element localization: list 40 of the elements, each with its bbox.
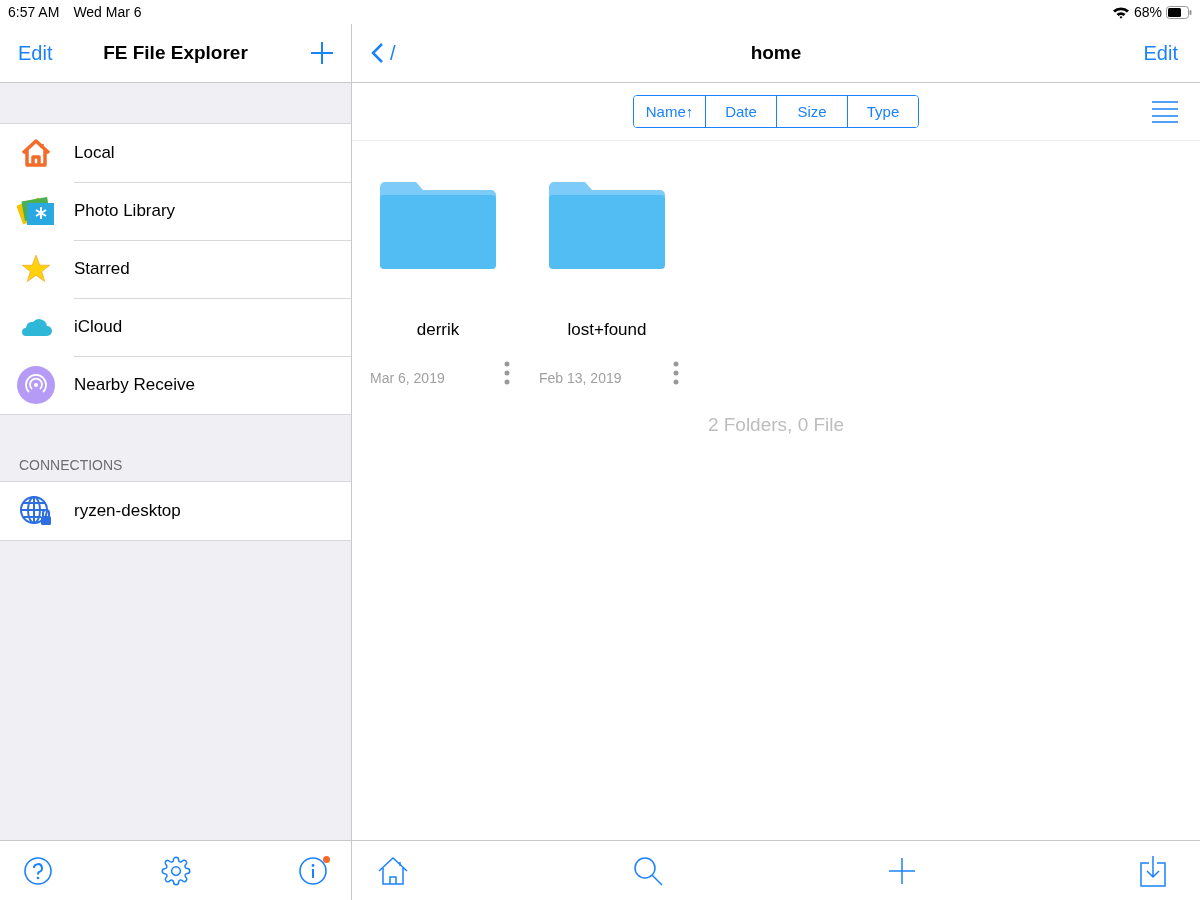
folder-icon (380, 181, 496, 269)
menu-button[interactable] (1152, 101, 1178, 123)
search-button[interactable] (633, 855, 664, 886)
nearby-receive-icon (17, 366, 55, 404)
globe-lock-icon (19, 495, 53, 527)
app-title: FE File Explorer (103, 42, 248, 64)
status-date: Wed Mar 6 (73, 4, 142, 20)
item-count: 2 Folders, 0 File (707, 414, 845, 436)
edit-button[interactable]: Edit (1143, 41, 1178, 65)
sidebar-item[interactable]: Starred (0, 240, 351, 298)
home-button[interactable] (378, 856, 408, 885)
photos-icon (17, 195, 55, 227)
battery-icon (1166, 5, 1192, 19)
battery-percent: 68% (1133, 4, 1162, 20)
folder-icon (549, 181, 665, 269)
folder-title: home (750, 42, 802, 64)
download-button[interactable] (1140, 854, 1166, 887)
folder-item[interactable]: lost+found Feb 13, 2019 (539, 181, 708, 386)
settings-button[interactable] (160, 855, 191, 886)
wifi-icon (1111, 5, 1130, 19)
house-icon (21, 139, 51, 167)
help-button[interactable] (24, 856, 52, 885)
add-button[interactable] (888, 857, 915, 884)
sidebar-item[interactable]: Photo Library (0, 182, 351, 240)
cloud-icon (20, 317, 52, 337)
star-icon (21, 254, 51, 284)
connection-item[interactable]: ryzen-desktop (0, 482, 351, 540)
back-button[interactable]: / (370, 41, 396, 65)
status-time: 6:57 AM (8, 4, 60, 20)
sidebar-item[interactable]: iCloud (0, 298, 351, 356)
more-button[interactable] (673, 361, 679, 385)
more-button[interactable] (504, 361, 510, 385)
info-button[interactable] (299, 856, 327, 885)
sort-option[interactable]: Type (847, 96, 918, 127)
sidebar-item[interactable]: Local (0, 124, 351, 182)
folder-item[interactable]: derrik Mar 6, 2019 (370, 181, 539, 386)
edit-button[interactable]: Edit (18, 41, 53, 65)
sidebar-item[interactable]: Nearby Receive (0, 356, 351, 414)
add-button[interactable] (311, 42, 333, 64)
section-header: CONNECTIONS (19, 457, 123, 473)
